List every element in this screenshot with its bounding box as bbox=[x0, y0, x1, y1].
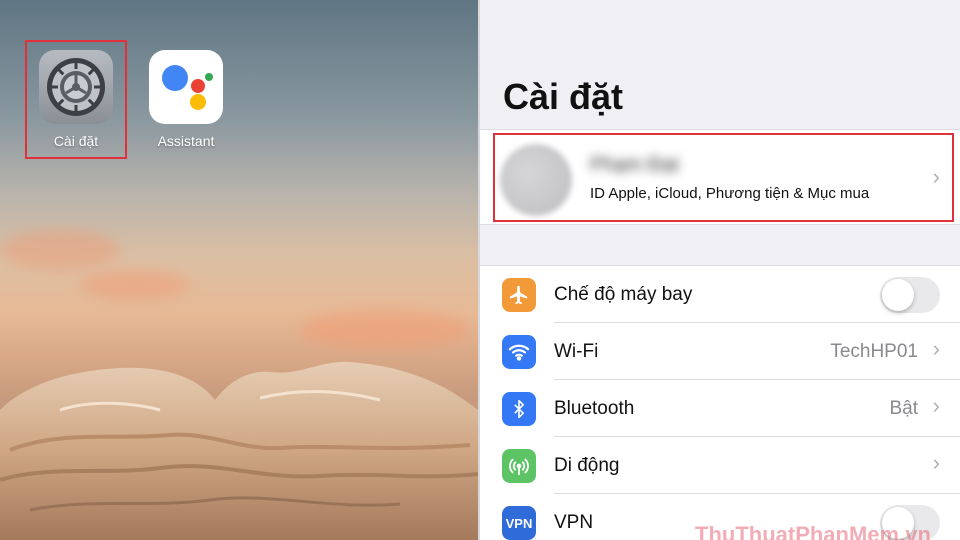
row-label: Bluetooth bbox=[554, 398, 635, 419]
cloud bbox=[0, 230, 120, 270]
settings-panel: Cài đặt Phạm Đạt ID Apple, iCloud, Phươn… bbox=[478, 0, 960, 540]
app-assistant[interactable]: Assistant bbox=[141, 50, 231, 149]
row-label: Wi-Fi bbox=[554, 341, 599, 362]
apple-id-highlight bbox=[493, 133, 954, 222]
row-airplane-mode[interactable]: Chế độ máy bay bbox=[480, 266, 960, 323]
app-label: Cài đặt bbox=[53, 133, 99, 149]
airplane-icon bbox=[502, 278, 536, 312]
wifi-network-value: TechHP01 bbox=[830, 341, 918, 362]
google-assistant-icon bbox=[149, 50, 223, 124]
vpn-icon-text: VPN bbox=[505, 515, 533, 531]
settings-list: Chế độ máy bay Wi-Fi TechHP01 › Bluetoot… bbox=[480, 265, 960, 540]
airplane-mode-toggle[interactable] bbox=[880, 277, 940, 313]
bluetooth-icon bbox=[502, 392, 536, 426]
row-cellular[interactable]: Di động › bbox=[480, 437, 960, 494]
rock-formation bbox=[0, 361, 478, 540]
chevron-right-icon: › bbox=[932, 393, 940, 418]
bluetooth-status-value: Bật bbox=[889, 398, 918, 419]
wifi-icon bbox=[502, 335, 536, 369]
row-label: Di động bbox=[554, 455, 620, 476]
row-label: Chế độ máy bay bbox=[554, 284, 693, 305]
cellular-icon bbox=[502, 449, 536, 483]
watermark: ThuThuatPhanMem.vn bbox=[695, 522, 931, 540]
row-label: VPN bbox=[554, 512, 594, 533]
home-screen: Cài đặt Assistant bbox=[0, 0, 478, 540]
app-settings[interactable]: Cài đặt bbox=[31, 50, 121, 149]
chevron-right-icon: › bbox=[932, 450, 940, 475]
cloud bbox=[80, 270, 190, 300]
toggle-knob bbox=[882, 279, 914, 311]
vpn-icon: VPN bbox=[502, 506, 536, 540]
row-wifi[interactable]: Wi-Fi TechHP01 › bbox=[480, 323, 960, 380]
row-bluetooth[interactable]: Bluetooth Bật › bbox=[480, 380, 960, 437]
chevron-right-icon: › bbox=[932, 336, 940, 361]
settings-gear-icon bbox=[39, 50, 113, 124]
page-title: Cài đặt bbox=[503, 76, 624, 117]
app-label: Assistant bbox=[157, 133, 215, 149]
